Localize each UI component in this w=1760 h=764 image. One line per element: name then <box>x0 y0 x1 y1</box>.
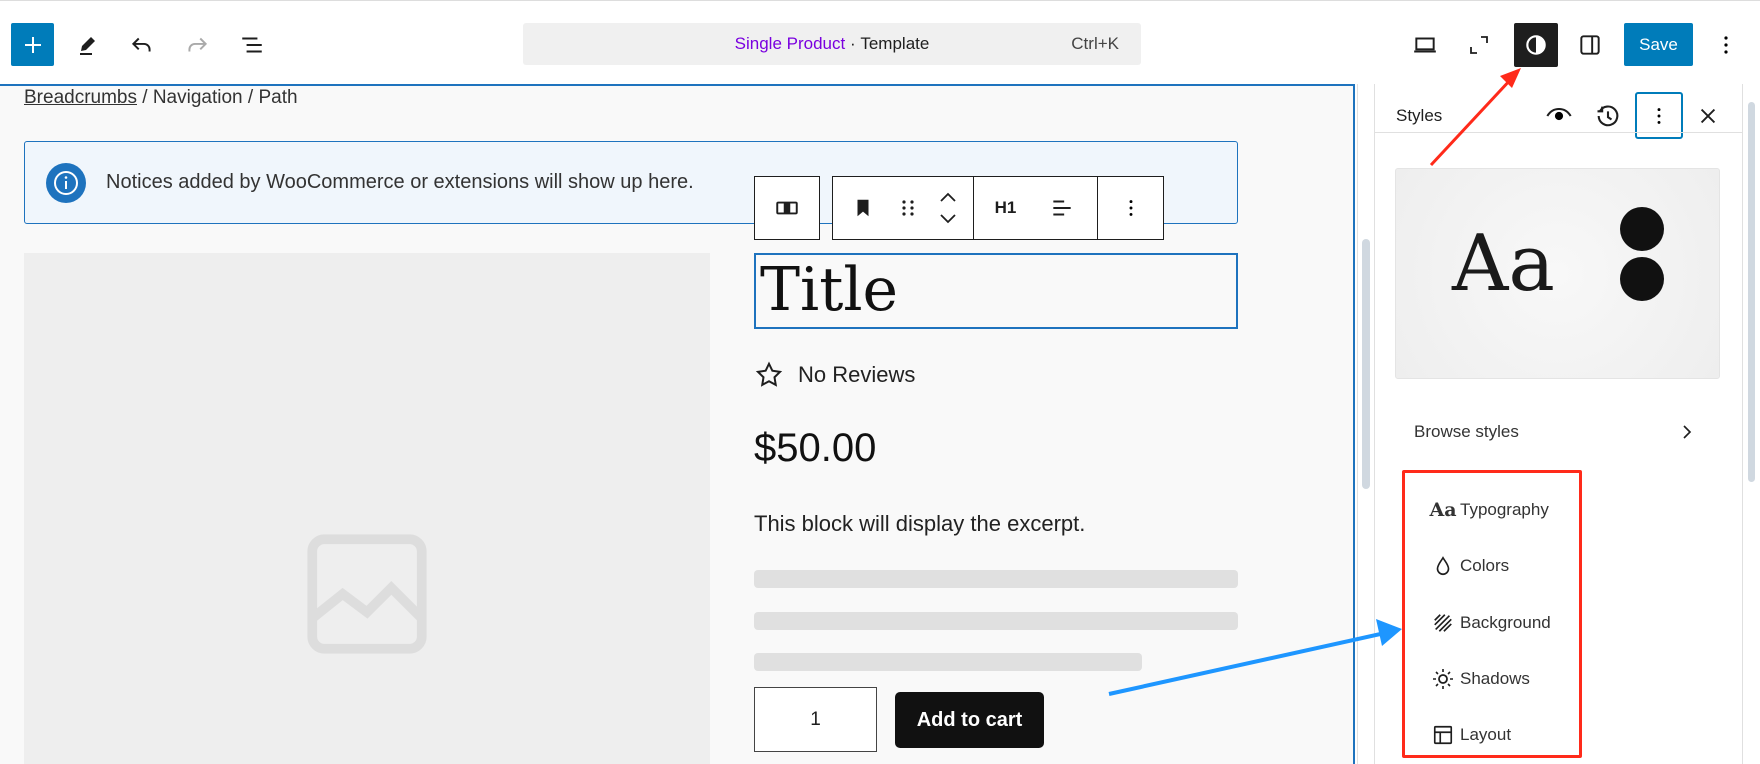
blue-arrow <box>1108 631 1386 696</box>
red-arrow <box>1429 76 1514 167</box>
blue-arrow-head <box>1376 619 1402 646</box>
annotation-arrows <box>1108 68 1521 696</box>
red-arrow-head <box>1500 68 1521 88</box>
